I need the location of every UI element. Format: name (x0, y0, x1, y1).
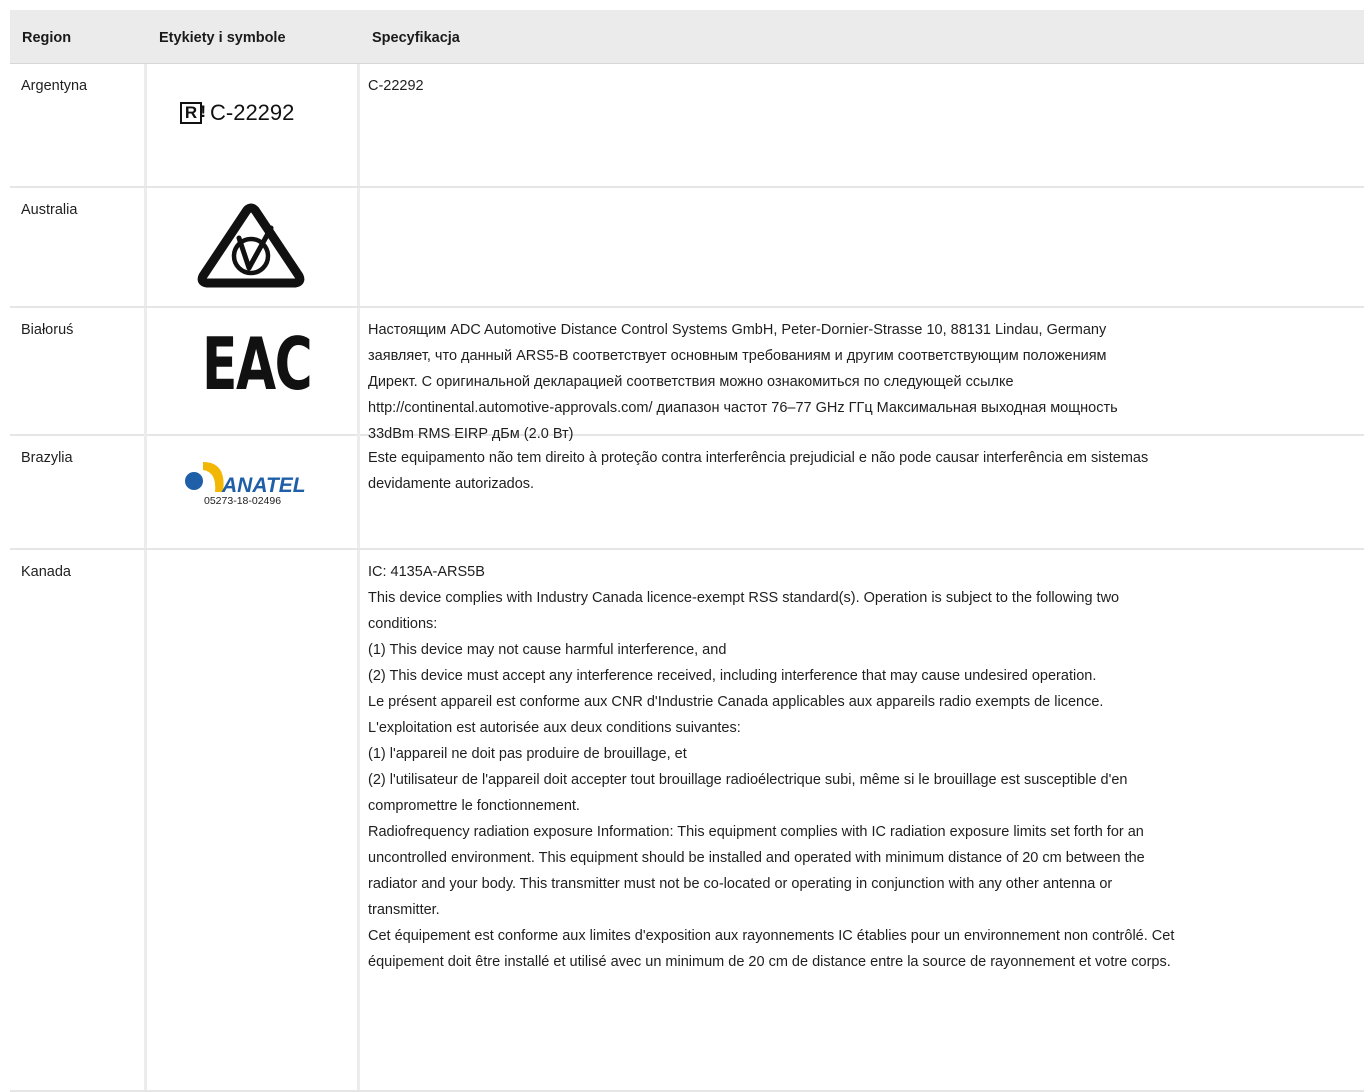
spec-line: заявляет, что данный ARS5-B соответствуе… (368, 348, 1107, 364)
header-region: Region (22, 30, 72, 46)
spec-line: http://continental.automotive-approvals.… (368, 400, 1118, 416)
region-cell: Kanada (21, 564, 71, 580)
region-cell: Białoruś (21, 322, 74, 338)
table-row-brazil: Brazylia ANATEL 05273-18-02496 Este equi… (10, 436, 1364, 550)
region-cell: Argentyna (21, 78, 88, 94)
spec-line: (2) l'utilisateur de l'appareil doit acc… (368, 772, 1128, 788)
spec-line: compromettre le fonctionnement. (368, 798, 580, 814)
spec-line: Este equipamento não tem direito à prote… (368, 450, 1149, 466)
spec-cell: C-22292 (360, 64, 1364, 186)
registered-box-icon: R ! (180, 102, 206, 124)
header-spec: Specyfikacja (372, 30, 460, 46)
anatel-blue-dot (185, 472, 203, 490)
table-row-australia: Australia (10, 188, 1364, 308)
compliance-table: Region Etykiety i symbole Specyfikacja A… (10, 10, 1364, 1092)
table-header-row: Region Etykiety i symbole Specyfikacja (10, 10, 1364, 64)
spec-line: This device complies with Industry Canad… (368, 590, 1120, 606)
anatel-code: 05273-18-02496 (204, 495, 282, 507)
symbol-cell (147, 188, 357, 306)
header-symbols: Etykiety i symbole (159, 30, 286, 46)
spec-line: devidamente autorizados. (368, 476, 535, 492)
spec-cell: IC: 4135A-ARS5B This device complies with… (360, 550, 1364, 1090)
spec-cell: Настоящим ADC Automotive Distance Contro… (360, 308, 1364, 447)
symbol-cell: ANATEL 05273-18-02496 (147, 436, 357, 548)
anatel-yellow-swoosh (203, 462, 224, 492)
spec-line: (1) This device may not cause harmful in… (368, 642, 727, 658)
symbol-cell: R ! C-22292 (147, 64, 357, 186)
registration-code: C-22292 (210, 100, 295, 125)
spec-cell: Este equipamento não tem direito à prote… (360, 436, 1364, 548)
spec-line: conditions: (368, 616, 438, 632)
table-row-argentina: Argentyna R ! C-22292 C-22292 (10, 64, 1364, 188)
spec-line: Radiofrequency radiation exposure Inform… (368, 824, 1144, 840)
symbol-cell (147, 550, 357, 1090)
argentina-registration-mark: R ! C-22292 (180, 100, 294, 126)
region-cell: Brazylia (21, 450, 73, 466)
symbol-cell: EAC (147, 308, 357, 447)
spec-line: transmitter. (368, 902, 440, 918)
spec-line: Директ. С оригинальной декларацией соотв… (368, 374, 1014, 390)
spec-line: (2) This device must accept any interfer… (368, 668, 1097, 684)
spec-line: équipement doit être installé et utilisé… (368, 954, 1171, 970)
spec-line: C-22292 (368, 78, 424, 94)
spec-line: Le présent appareil est conforme aux CNR… (368, 694, 1104, 710)
table-row-belarus: Białoruś EAC Настоящим ADC Automotive Di… (10, 308, 1364, 447)
anatel-wordmark: ANATEL (221, 474, 306, 497)
spec-line: L'exploitation est autorisée aux deux co… (368, 720, 741, 736)
rcm-compliance-icon (197, 203, 305, 288)
region-cell: Australia (21, 202, 78, 218)
eac-conformity-mark: EAC (202, 322, 313, 406)
spec-line: Настоящим ADC Automotive Distance Contro… (368, 322, 1107, 338)
table-row-canada: Kanada IC: 4135A-ARS5B This device compli… (10, 550, 1364, 1092)
spec-line: uncontrolled environment. This equipment… (368, 850, 1145, 866)
spec-line: IC: 4135A-ARS5B (368, 564, 485, 580)
spec-cell (360, 188, 1364, 306)
spec-line: (1) l'appareil ne doit pas produire de b… (368, 746, 687, 762)
spec-line: radiator and your body. This transmitter… (368, 876, 1113, 892)
spec-line: Cet équipement est conforme aux limites … (368, 928, 1175, 944)
